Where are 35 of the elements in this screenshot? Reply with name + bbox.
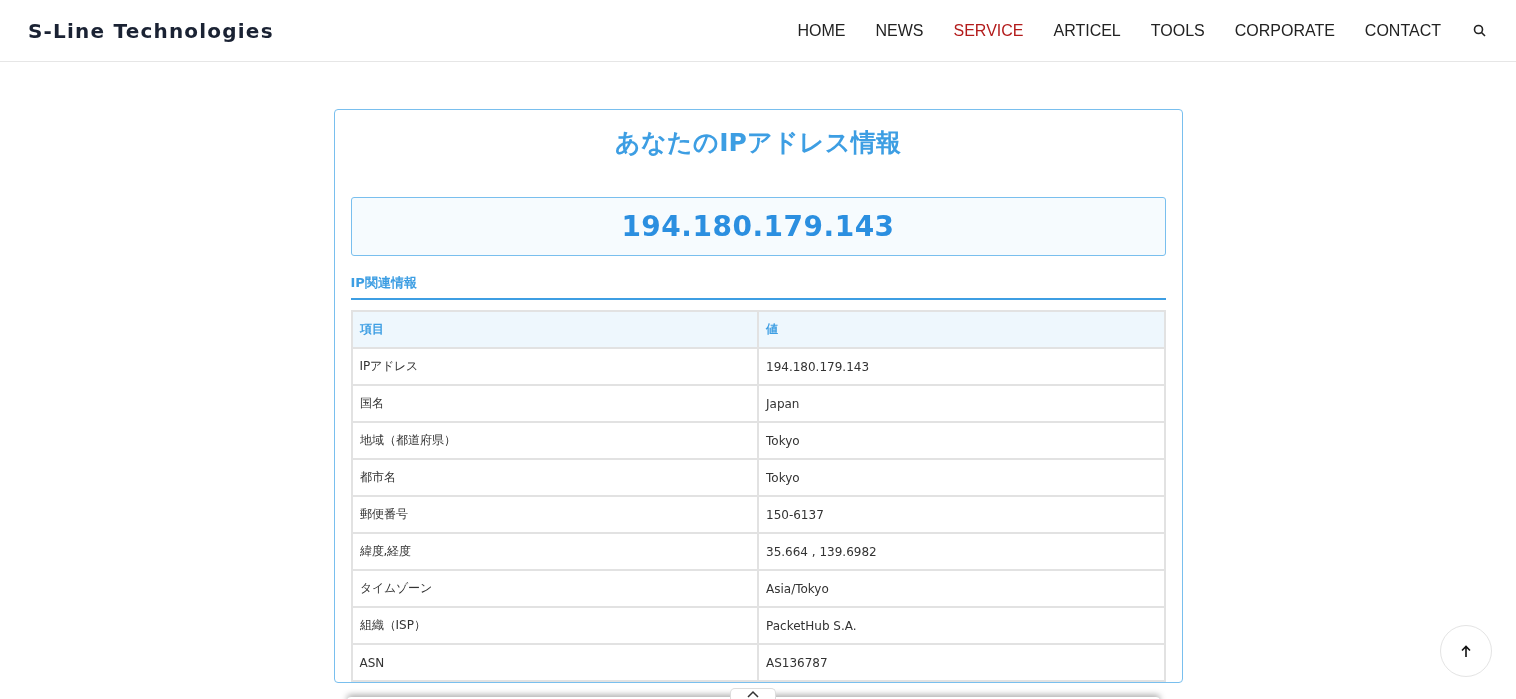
nav-link[interactable]: ARTICEL (1053, 21, 1121, 40)
table-cell: ASN (351, 644, 758, 681)
table-cell: 150-6137 (758, 496, 1165, 533)
table-cell: 緯度,経度 (351, 533, 758, 570)
nav-link[interactable]: CONTACT (1364, 21, 1441, 40)
nav-link[interactable]: HOME (797, 21, 846, 40)
nav-link[interactable]: SERVICE (953, 21, 1024, 40)
table-cell: タイムゾーン (351, 570, 758, 607)
table-cell: Asia/Tokyo (758, 570, 1165, 607)
section-heading: IP関連情報 (350, 274, 1166, 300)
table-cell: 組織（ISP） (351, 607, 758, 644)
search-icon[interactable] (1473, 24, 1486, 37)
expand-tab[interactable] (730, 688, 776, 699)
column-header: 項目 (351, 311, 758, 348)
table-cell: 35.664 , 139.6982 (758, 533, 1165, 570)
chevron-up-icon (747, 690, 759, 698)
table-cell: Tokyo (758, 422, 1165, 459)
page-title: あなたのIPアドレス情報 (614, 127, 902, 159)
table-cell: 都市名 (351, 459, 758, 496)
table-cell: Japan (758, 385, 1165, 422)
table-cell: 国名 (351, 385, 758, 422)
table-cell: PacketHub S.A. (758, 607, 1165, 644)
table-cell: IPアドレス (351, 348, 758, 385)
nav-link[interactable]: TOOLS (1150, 21, 1205, 40)
column-header: 値 (758, 311, 1165, 348)
table-cell: 郵便番号 (351, 496, 758, 533)
site-logo[interactable]: S-Line Technologies (28, 18, 274, 43)
table-cell: AS136787 (758, 644, 1165, 681)
nav-link[interactable]: NEWS (875, 21, 924, 40)
nav-link[interactable]: CORPORATE (1234, 21, 1335, 40)
table-cell: 194.180.179.143 (758, 348, 1165, 385)
arrow-up-icon (1461, 644, 1471, 658)
table-cell: 地域（都道府県） (351, 422, 758, 459)
ip-address-display: 194.180.179.143 (350, 197, 1166, 256)
table-cell: Tokyo (758, 459, 1165, 496)
